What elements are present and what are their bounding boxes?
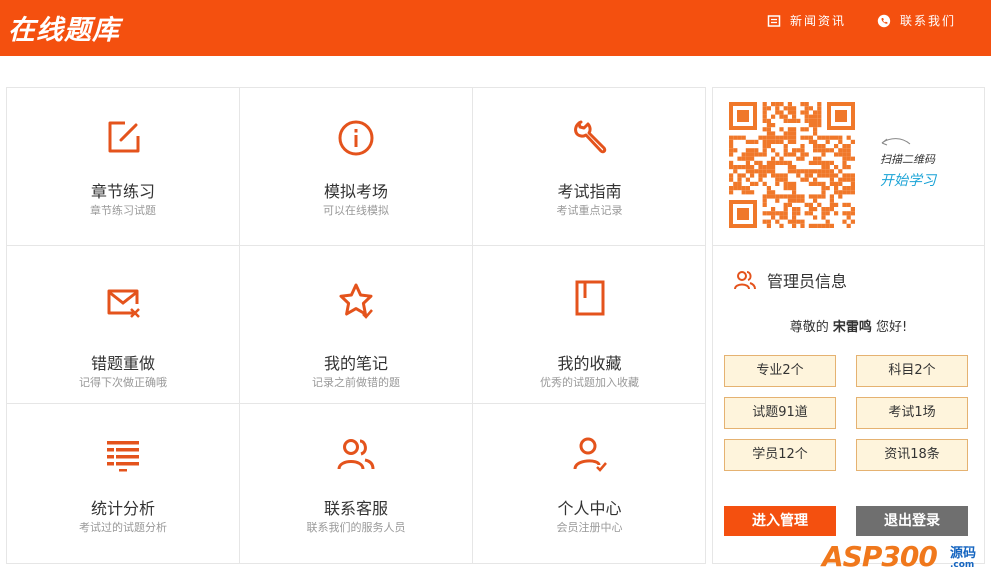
user-check-icon <box>573 437 607 472</box>
tile-title: 我的笔记 <box>323 354 388 373</box>
watermark-code: 源码 <box>950 546 977 561</box>
tile-subtitle: 记录之前做错的题 <box>312 376 400 389</box>
watermark-domain: .com <box>950 560 975 570</box>
admin-heading: 管理员信息 <box>733 268 847 292</box>
tile-subtitle: 优秀的试题加入收藏 <box>540 376 639 389</box>
stat-students[interactable]: 学员12个 <box>724 439 836 471</box>
tile-personal-center[interactable]: 个人中心 会员注册中心 <box>473 404 706 564</box>
admin-heading-text: 管理员信息 <box>767 272 848 291</box>
star-check-icon <box>339 283 373 319</box>
site-logo[interactable]: 在线题库 <box>8 8 120 47</box>
stat-questions[interactable]: 试题91道 <box>724 397 836 429</box>
qr-code-image <box>729 102 855 228</box>
enter-admin-button[interactable]: 进入管理 <box>724 506 836 536</box>
top-header: 在线题库 新闻资讯 联系我们 <box>0 0 991 56</box>
mail-error-icon <box>107 289 140 318</box>
function-grid: 章节练习 章节练习试题 模拟考场 可以在线模拟 考试指南 考试重点记录 错题重做… <box>6 87 706 564</box>
panel-divider <box>713 245 984 246</box>
news-link[interactable]: 新闻资讯 <box>767 12 846 29</box>
qr-scan-text: 扫描二维码 <box>880 153 935 166</box>
tile-subtitle: 章节练习试题 <box>90 204 156 217</box>
tile-title: 我的收藏 <box>557 354 622 373</box>
tile-subtitle: 可以在线模拟 <box>323 204 389 217</box>
wrench-icon <box>573 120 606 154</box>
side-panel: 扫描二维码 开始学习 管理员信息 尊敬的 宋雷鸣 您好! 专业2个 科目2个 试… <box>712 87 985 564</box>
stat-subjects[interactable]: 科目2个 <box>856 355 968 387</box>
greeting: 尊敬的 宋雷鸣 您好! <box>713 316 984 335</box>
tile-subtitle: 考试重点记录 <box>556 204 623 217</box>
tile-title: 错题重做 <box>90 354 155 373</box>
tile-my-favorites[interactable]: 我的收藏 优秀的试题加入收藏 <box>473 246 706 404</box>
contact-label: 联系我们 <box>900 14 957 28</box>
tile-subtitle: 联系我们的服务人员 <box>306 521 406 534</box>
qr-start-text: 开始学习 <box>880 173 936 189</box>
tile-chapter-practice[interactable]: 章节练习 章节练习试题 <box>7 88 240 246</box>
users-icon <box>734 271 756 290</box>
greeting-prefix: 尊敬的 <box>789 320 829 335</box>
news-label: 新闻资讯 <box>790 14 847 28</box>
tile-title: 考试指南 <box>557 182 622 201</box>
tile-title: 章节练习 <box>90 182 155 201</box>
info-icon <box>338 120 374 156</box>
greeting-suffix: 您好! <box>876 320 908 335</box>
tile-subtitle: 考试过的试题分析 <box>79 521 167 534</box>
user-name: 宋雷鸣 <box>832 320 872 335</box>
tile-customer-service[interactable]: 联系客服 联系我们的服务人员 <box>240 404 473 564</box>
tile-my-notes[interactable]: 我的笔记 记录之前做错的题 <box>240 246 473 404</box>
edit-icon <box>108 121 140 153</box>
bookmark-book-icon <box>575 280 604 316</box>
watermark-text: ASP300 <box>822 540 938 573</box>
contact-link[interactable]: 联系我们 <box>877 12 956 29</box>
tile-title: 个人中心 <box>557 499 622 518</box>
logout-button[interactable]: 退出登录 <box>856 506 968 536</box>
tile-redo-wrong[interactable]: 错题重做 记得下次做正确哦 <box>7 246 240 404</box>
stat-majors[interactable]: 专业2个 <box>724 355 836 387</box>
tile-title: 统计分析 <box>90 499 155 518</box>
tile-exam-guide[interactable]: 考试指南 考试重点记录 <box>473 88 706 246</box>
stat-news[interactable]: 资讯18条 <box>856 439 968 471</box>
news-icon <box>767 14 781 27</box>
list-stats-icon <box>107 441 139 472</box>
stat-exams[interactable]: 考试1场 <box>856 397 968 429</box>
tile-subtitle: 会员注册中心 <box>556 521 623 534</box>
tile-title: 联系客服 <box>323 499 388 518</box>
tile-statistics[interactable]: 统计分析 考试过的试题分析 <box>7 404 240 564</box>
users-icon <box>337 439 375 470</box>
phone-icon <box>877 14 891 27</box>
arrow-icon <box>881 138 911 146</box>
tile-subtitle: 记得下次做正确哦 <box>79 376 167 389</box>
tile-mock-exam[interactable]: 模拟考场 可以在线模拟 <box>240 88 473 246</box>
watermark-logo: ASP300 源码 .com <box>822 540 988 576</box>
tile-title: 模拟考场 <box>323 182 388 201</box>
